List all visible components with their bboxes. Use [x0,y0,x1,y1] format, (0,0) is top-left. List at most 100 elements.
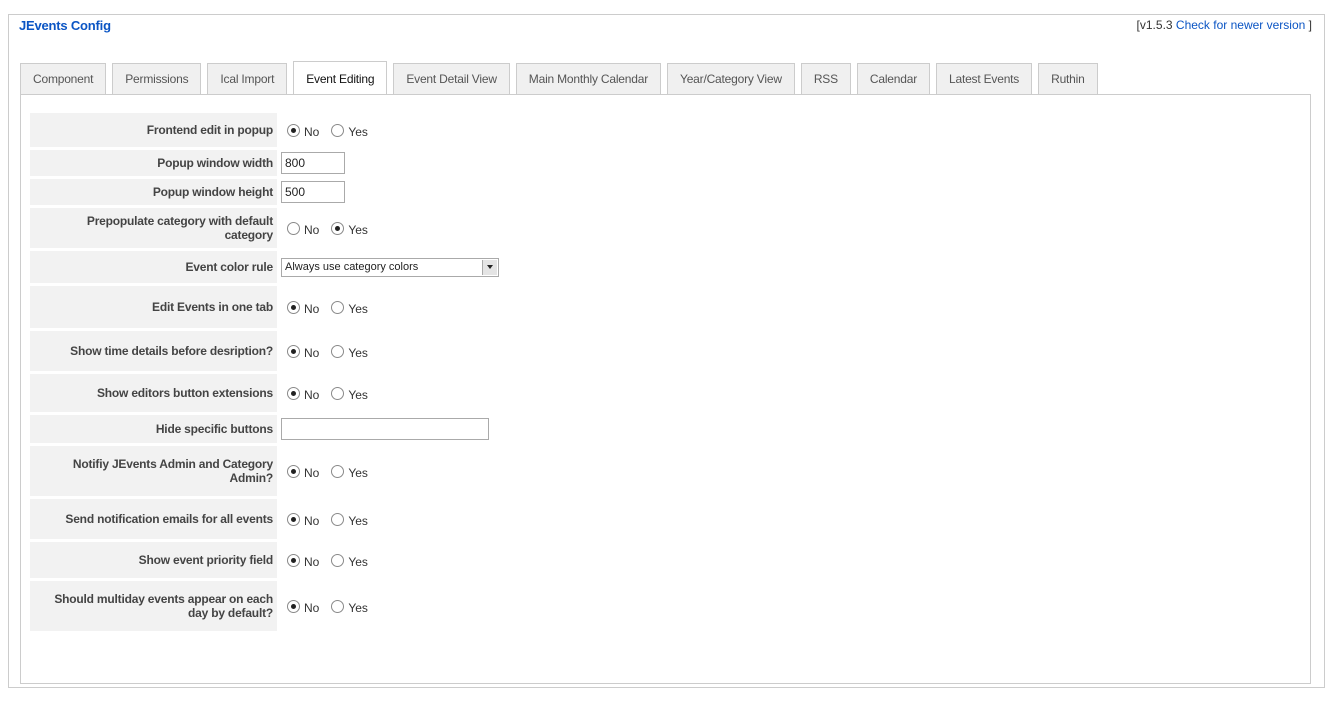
frontend-popup-radio-label-no: No [304,125,320,139]
prepopulate-category-radio-label-yes: Yes [348,223,368,237]
event-color-rule-cell: Always use category colors [277,251,499,283]
notify-all-radio-no[interactable] [287,512,300,526]
popup-height-cell [277,179,345,205]
editors-button-ext-radio-label-no: No [304,388,320,402]
label-notify-admin: Notifiy JEvents Admin and Category Admin… [30,446,277,496]
label-edit-one-tab: Edit Events in one tab [30,286,277,328]
row-edit-one-tab: Edit Events in one tab No Yes [30,286,499,328]
time-before-desc-radio-label-no: No [304,346,320,360]
radio-group-prepopulate-category: No Yes [277,208,374,248]
notify-admin-option-no[interactable]: No [281,464,320,480]
multiday-each-day-option-no[interactable]: No [281,599,320,615]
row-editors-button-ext: Show editors button extensions No Yes [30,374,499,412]
row-frontend-popup: Frontend edit in popup No Yes [30,113,499,147]
notify-admin-radio-no[interactable] [287,464,300,478]
radio-group-multiday-each-day: No Yes [277,581,374,631]
priority-field-option-no[interactable]: No [281,553,320,569]
edit-one-tab-option-yes[interactable]: Yes [325,300,368,316]
notify-all-radio-label-yes: Yes [348,514,368,528]
label-editors-button-ext: Show editors button extensions [30,374,277,412]
event-color-rule-value: Always use category colors [285,261,419,273]
popup-width-input[interactable] [281,152,345,174]
label-prepopulate-category: Prepopulate category with default catego… [30,208,277,248]
time-before-desc-option-yes[interactable]: Yes [325,344,368,360]
tab-calendar[interactable]: Calendar [856,63,930,94]
label-popup-width: Popup window width [30,150,277,176]
prepopulate-category-radio-yes[interactable] [331,221,345,235]
tab-rss[interactable]: RSS [800,63,851,94]
priority-field-radio-yes[interactable] [331,553,345,567]
frontend-popup-radio-no[interactable] [287,123,300,137]
multiday-each-day-radio-yes[interactable] [331,599,345,613]
notify-all-option-no[interactable]: No [281,512,319,528]
tab-permissions[interactable]: Permissions [112,63,202,94]
tab-bar: Component Permissions Ical Import Event … [20,60,1104,95]
notify-all-option-yes[interactable]: Yes [325,512,368,528]
edit-one-tab-option-no[interactable]: No [281,300,320,316]
tab-year-category-view[interactable]: Year/Category View [667,63,795,94]
settings-form: Frontend edit in popup No Yes Popup windo… [30,113,499,634]
time-before-desc-option-no[interactable]: No [281,344,320,360]
notify-admin-radio-yes[interactable] [331,464,345,478]
prepopulate-category-option-no[interactable]: No [281,221,320,237]
editors-button-ext-radio-no[interactable] [287,386,300,400]
multiday-each-day-option-yes[interactable]: Yes [325,599,368,615]
notify-all-radio-yes[interactable] [331,512,345,526]
label-notify-all: Send notification emails for all events [30,499,277,539]
priority-field-option-yes[interactable]: Yes [325,553,368,569]
frontend-popup-radio-label-yes: Yes [348,125,368,139]
tab-event-editing[interactable]: Event Editing [293,61,388,95]
label-hide-buttons: Hide specific buttons [30,415,277,443]
time-before-desc-radio-yes[interactable] [331,344,345,358]
edit-one-tab-radio-label-no: No [304,302,320,316]
version-info: [v1.5.3 Check for newer version ] [1133,18,1315,32]
editors-button-ext-radio-label-yes: Yes [348,388,368,402]
notify-admin-option-yes[interactable]: Yes [325,464,368,480]
tab-event-detail-view[interactable]: Event Detail View [393,63,510,94]
edit-one-tab-radio-yes[interactable] [331,300,345,314]
chevron-down-icon[interactable] [482,259,497,275]
priority-field-radio-label-no: No [304,555,320,569]
tab-main-monthly-calendar[interactable]: Main Monthly Calendar [515,63,661,94]
frontend-popup-option-no[interactable]: No [281,123,320,139]
hide-buttons-input[interactable] [281,418,489,440]
row-time-before-desc: Show time details before desription? No Y… [30,331,499,371]
radio-group-edit-one-tab: No Yes [277,286,374,328]
prepopulate-category-option-yes[interactable]: Yes [325,221,368,237]
row-notify-admin: Notifiy JEvents Admin and Category Admin… [30,446,499,496]
multiday-each-day-radio-no[interactable] [287,599,300,613]
radio-group-notify-admin: No Yes [277,446,374,496]
notify-admin-radio-label-no: No [304,466,320,480]
popup-height-input[interactable] [281,181,345,203]
editors-button-ext-option-no[interactable]: No [281,386,320,402]
multiday-each-day-radio-label-no: No [304,601,320,615]
hide-buttons-cell [277,415,489,443]
tab-component[interactable]: Component [20,63,107,94]
event-color-rule-select[interactable]: Always use category colors [281,257,499,277]
tab-latest-events[interactable]: Latest Events [936,63,1033,94]
frontend-popup-radio-yes[interactable] [331,123,345,137]
row-hide-buttons: Hide specific buttons [30,415,499,443]
prepopulate-category-radio-label-no: No [304,223,320,237]
frontend-popup-option-yes[interactable]: Yes [325,123,368,139]
tab-ruthin[interactable]: Ruthin [1038,63,1098,94]
row-popup-width: Popup window width [30,150,499,176]
row-notify-all: Send notification emails for all events … [30,499,499,539]
check-version-link[interactable]: Check for newer version [1176,18,1305,32]
radio-group-frontend-popup: No Yes [277,113,374,147]
row-prepopulate-category: Prepopulate category with default catego… [30,208,499,248]
popup-width-cell [277,150,345,176]
label-popup-height: Popup window height [30,179,277,205]
editors-button-ext-radio-yes[interactable] [331,386,345,400]
priority-field-radio-no[interactable] [287,553,300,567]
label-frontend-popup: Frontend edit in popup [30,113,277,147]
version-suffix: ] [1308,18,1312,32]
time-before-desc-radio-no[interactable] [287,344,300,358]
editors-button-ext-option-yes[interactable]: Yes [325,386,368,402]
prepopulate-category-radio-no[interactable] [287,221,300,235]
tab-ical-import[interactable]: Ical Import [207,63,288,94]
label-event-color-rule: Event color rule [30,251,277,283]
multiday-each-day-radio-label-yes: Yes [348,601,368,615]
edit-one-tab-radio-no[interactable] [287,300,300,314]
label-time-before-desc: Show time details before desription? [30,331,277,371]
